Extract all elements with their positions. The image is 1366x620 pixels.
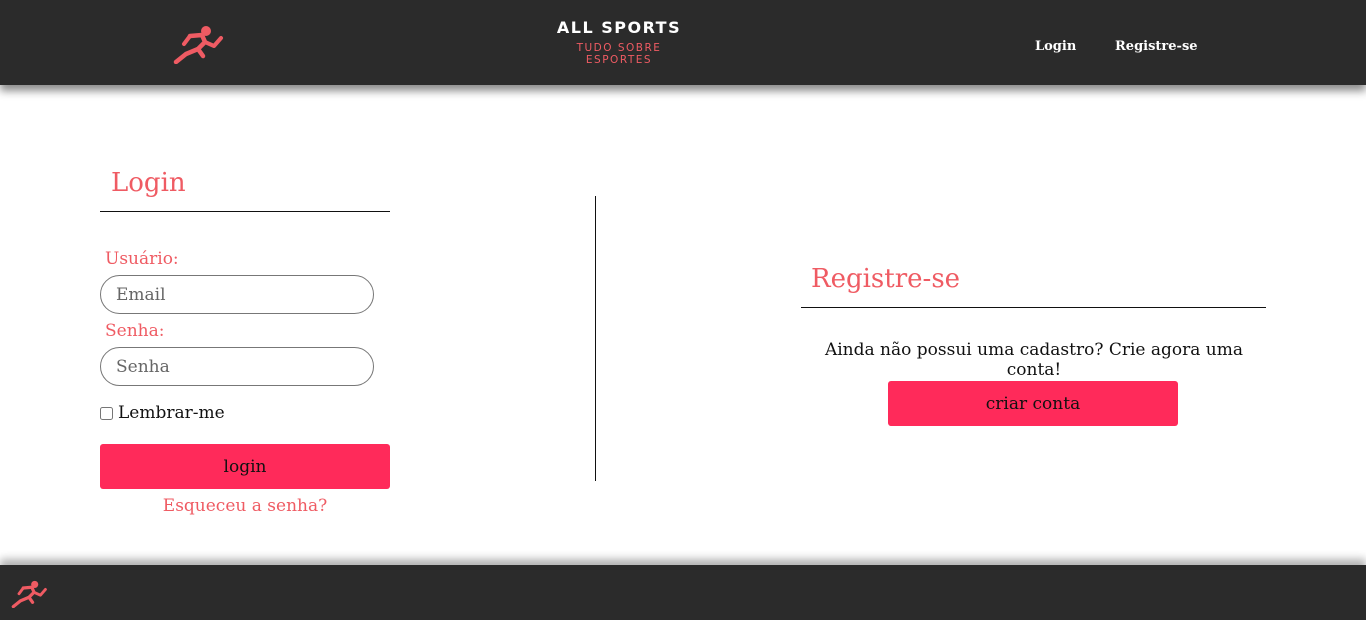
remember-me-checkbox[interactable]	[100, 406, 113, 420]
login-title-underline	[100, 211, 390, 212]
nav-login-link[interactable]: Login	[1035, 39, 1076, 54]
nav-register-link[interactable]: Registre-se	[1115, 39, 1198, 54]
brand-subtitle-line-2: ESPORTES	[585, 54, 653, 66]
brand-subtitle-line-1: TUDO SOBRE	[576, 42, 662, 54]
top-header: ALL SPORTS TUDO SOBRE ESPORTES Login Reg…	[0, 0, 1366, 85]
login-title: Login	[111, 168, 186, 198]
running-person-icon[interactable]	[172, 22, 224, 64]
footer	[0, 565, 1366, 620]
password-input[interactable]	[100, 347, 374, 386]
login-button[interactable]: login	[100, 444, 390, 489]
user-label: Usuário:	[105, 249, 179, 269]
register-title-underline	[801, 307, 1266, 308]
running-person-icon[interactable]	[10, 578, 48, 608]
create-account-button[interactable]: criar conta	[888, 381, 1178, 426]
register-title: Registre-se	[811, 264, 961, 294]
register-prompt-text: Ainda não possui uma cadastro? Crie agor…	[824, 340, 1244, 380]
forgot-password-link[interactable]: Esqueceu a senha?	[100, 496, 390, 516]
brand: ALL SPORTS TUDO SOBRE ESPORTES	[520, 18, 718, 66]
remember-me: Lembrar-me	[100, 403, 225, 423]
email-input[interactable]	[100, 275, 374, 314]
vertical-divider	[595, 196, 596, 481]
remember-me-label: Lembrar-me	[118, 403, 225, 423]
brand-title: ALL SPORTS	[556, 18, 682, 37]
password-label: Senha:	[105, 321, 165, 341]
